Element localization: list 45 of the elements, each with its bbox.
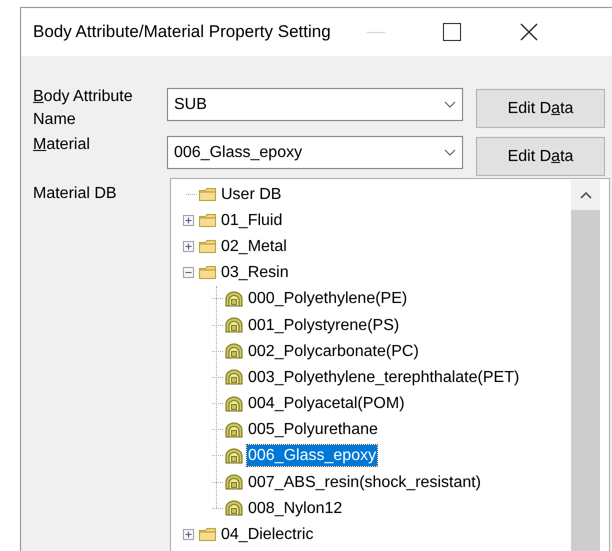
material-icon <box>225 369 243 386</box>
tree-item[interactable]: 003_Polyethylene_terephthalate(PET) <box>247 366 520 388</box>
dropdown[interactable]: SUB <box>167 88 463 121</box>
tree-item[interactable]: 002_Polycarbonate(PC) <box>247 340 420 362</box>
tree-item[interactable]: 001_Polystyrene(PS) <box>247 314 400 336</box>
folder-icon <box>199 266 216 280</box>
tree-item[interactable]: 004_Polyacetal(POM) <box>247 393 406 414</box>
material-icon <box>225 290 243 307</box>
expand-icon[interactable] <box>182 214 194 226</box>
scrollbar-thumb[interactable] <box>571 210 600 551</box>
chevron-down-icon <box>444 101 456 108</box>
tree-item[interactable]: 007_ABS_resin(shock_resistant) <box>247 472 482 493</box>
material-icon <box>225 317 243 334</box>
tree-item[interactable]: 000_Polyethylene(PE) <box>247 288 408 310</box>
tree-item[interactable]: 008_Nylon12 <box>247 498 344 519</box>
folder-icon <box>199 528 216 542</box>
tree-item[interactable]: 006_Glass_epoxy <box>247 445 378 466</box>
expand-icon[interactable] <box>182 529 194 540</box>
folder-icon <box>199 240 216 253</box>
edit-data-button[interactable]: Edit Data <box>476 137 605 176</box>
tree-item[interactable]: 04_Dielectric <box>220 524 314 546</box>
expand-icon[interactable] <box>182 240 194 252</box>
edit-data-button[interactable]: Edit Data <box>476 89 605 128</box>
tree-item[interactable]: 03_Resin <box>220 262 290 284</box>
material-icon <box>225 448 243 464</box>
dropdown[interactable]: 006_Glass_epoxy <box>167 136 463 169</box>
tree-item[interactable]: 005_Polyurethane <box>247 419 379 440</box>
material-icon <box>225 500 243 516</box>
tree-item[interactable]: User DB <box>220 184 282 205</box>
window-title: Body Attribute/Material Property Setting <box>33 21 331 44</box>
tree-item[interactable]: 02_Metal <box>220 236 288 257</box>
scroll-up-icon[interactable] <box>580 191 592 199</box>
material-icon <box>225 474 243 490</box>
material-icon <box>225 396 243 412</box>
field-label: Material <box>33 135 91 155</box>
material-db-label: Material DB <box>33 184 118 204</box>
material-icon <box>225 343 243 360</box>
folder-icon <box>199 188 216 201</box>
material-icon <box>225 422 243 438</box>
collapse-icon[interactable] <box>182 267 194 278</box>
tree-item[interactable]: 01_Fluid <box>220 210 284 231</box>
chevron-down-icon <box>444 149 456 156</box>
maximize-icon[interactable] <box>442 23 461 41</box>
close-icon[interactable] <box>520 23 538 41</box>
folder-icon <box>199 214 216 227</box>
